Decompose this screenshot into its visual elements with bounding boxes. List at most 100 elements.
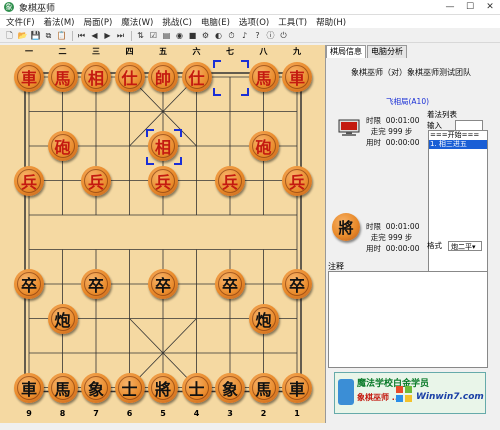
open-icon[interactable]: 📂: [17, 30, 28, 41]
red-piece[interactable]: 兵: [148, 165, 178, 196]
black-piece[interactable]: 車: [282, 372, 312, 403]
tab-game-info[interactable]: 棋局信息: [326, 45, 366, 58]
black-piece[interactable]: 卒: [148, 269, 178, 299]
menu-tools[interactable]: 工具(T): [278, 16, 307, 28]
red-piece[interactable]: 馬: [47, 62, 78, 92]
used-label: 用时: [366, 244, 381, 253]
red-piece[interactable]: 仕: [181, 62, 212, 92]
menu-options[interactable]: 选项(O): [239, 16, 269, 28]
black-piece[interactable]: 卒: [282, 269, 312, 299]
stop-icon[interactable]: ■: [187, 30, 198, 41]
next-icon[interactable]: ▶: [102, 30, 113, 41]
clock-icon[interactable]: ⏱: [226, 30, 237, 41]
about-icon[interactable]: ⓘ: [265, 30, 276, 41]
sound-icon[interactable]: ♪: [239, 30, 250, 41]
red-piece[interactable]: 相: [148, 131, 178, 161]
tab-analysis[interactable]: 电脑分析: [367, 45, 407, 58]
red-piece[interactable]: 兵: [215, 165, 245, 196]
black-piece[interactable]: 炮: [47, 303, 78, 334]
red-piece[interactable]: 砲: [47, 131, 78, 161]
red-piece[interactable]: 兵: [81, 165, 111, 196]
red-piece[interactable]: 砲: [248, 131, 279, 161]
black-piece[interactable]: 馬: [248, 372, 279, 403]
copy-icon[interactable]: ⧉: [43, 30, 54, 41]
exit-icon[interactable]: ⏻: [278, 30, 289, 41]
prev-icon[interactable]: ◀: [89, 30, 100, 41]
hint-icon[interactable]: ☑: [148, 30, 159, 41]
computer-icon: [338, 119, 360, 136]
move-list-item[interactable]: ===开始===: [429, 131, 487, 140]
format-select[interactable]: 炮二平▾: [448, 240, 482, 251]
last-icon[interactable]: ⏭: [115, 30, 126, 41]
book-icon[interactable]: ▤: [161, 30, 172, 41]
opening-name[interactable]: 飞相局(A10): [386, 96, 429, 107]
info-panel: 棋局信息 电脑分析 象棋巫师（对）象棋巫师测试团队 飞相局(A10) 时限 00…: [326, 45, 500, 430]
side-to-move-piece: 將: [332, 213, 360, 241]
chess-board[interactable]: 一二三四五六七八九987654321車馬相仕帥仕馬車砲相砲兵兵兵兵兵卒卒卒卒卒炮…: [0, 45, 326, 423]
file-label-bottom: 9: [26, 409, 32, 418]
black-piece[interactable]: 象: [81, 372, 111, 403]
limit-value: 00:01:00: [385, 116, 420, 125]
file-label-top: 三: [92, 47, 100, 56]
black-piece[interactable]: 將: [148, 372, 178, 403]
flip-icon[interactable]: ⇅: [135, 30, 146, 41]
file-label-bottom: 6: [126, 409, 133, 418]
moves-label: 走完: [370, 127, 386, 136]
moves-label: 走完: [370, 233, 386, 242]
board-grid: [24, 72, 302, 393]
paste-icon[interactable]: 📋: [56, 30, 67, 41]
black-piece[interactable]: 士: [181, 372, 212, 403]
menu-moves[interactable]: 着法(M): [44, 16, 75, 28]
first-icon[interactable]: ⏮: [76, 30, 87, 41]
save-icon[interactable]: 💾: [30, 30, 41, 41]
red-piece[interactable]: 相: [81, 62, 111, 92]
black-piece[interactable]: 炮: [248, 303, 279, 334]
black-piece[interactable]: 車: [14, 372, 44, 403]
file-label-bottom: 2: [260, 409, 267, 418]
ad-logo-icon: [338, 379, 354, 405]
close-button[interactable]: ✕: [480, 2, 500, 12]
black-piece[interactable]: 卒: [81, 269, 111, 299]
notes-area[interactable]: [328, 271, 488, 368]
red-piece[interactable]: 帥: [148, 62, 178, 92]
toolbar-separator: [72, 30, 73, 41]
menu-file[interactable]: 文件(F): [6, 16, 35, 28]
file-label-top: 九: [293, 47, 301, 56]
red-piece[interactable]: 仕: [114, 62, 145, 92]
menu-help[interactable]: 帮助(H): [316, 16, 346, 28]
red-piece[interactable]: 兵: [282, 165, 312, 196]
menu-position[interactable]: 局面(P): [84, 16, 113, 28]
players-line: 象棋巫师（对）象棋巫师测试团队: [351, 68, 471, 77]
menu-challenge[interactable]: 挑战(C): [162, 16, 192, 28]
red-piece[interactable]: 車: [282, 62, 312, 92]
new-icon[interactable]: 🗋: [4, 30, 15, 41]
file-label-bottom: 8: [59, 409, 66, 418]
file-label-top: 七: [226, 47, 234, 56]
window-controls: — ☐ ✕: [440, 2, 500, 12]
engine-icon[interactable]: ◉: [174, 30, 185, 41]
help-icon[interactable]: ?: [252, 30, 263, 41]
red-piece[interactable]: 馬: [248, 62, 279, 92]
move-list[interactable]: ===开始=== 1. 相三进五: [428, 130, 488, 292]
movelist-label: 着法列表: [427, 110, 457, 119]
black-piece[interactable]: 馬: [47, 372, 78, 403]
ad-line2: 象棋巫师 ...: [357, 393, 401, 402]
red-piece[interactable]: 車: [14, 62, 44, 92]
file-label-top: 八: [259, 47, 268, 56]
black-piece[interactable]: 卒: [215, 269, 245, 299]
panel-tabs: 棋局信息 电脑分析: [326, 45, 408, 58]
red-piece[interactable]: 兵: [14, 165, 44, 196]
black-piece[interactable]: 象: [215, 372, 245, 403]
format-label: 格式: [427, 241, 442, 250]
black-piece[interactable]: 卒: [14, 269, 44, 299]
menu-computer[interactable]: 电脑(E): [201, 16, 230, 28]
menu-magic[interactable]: 魔法(W): [121, 16, 153, 28]
minimize-button[interactable]: —: [440, 2, 460, 12]
move-list-item[interactable]: 1. 相三进五: [429, 140, 487, 149]
maximize-button[interactable]: ☐: [460, 2, 480, 12]
file-label-bottom: 1: [294, 409, 300, 418]
file-label-top: 六: [192, 47, 201, 56]
level-icon[interactable]: ◐: [213, 30, 224, 41]
rule-icon[interactable]: ⚙: [200, 30, 211, 41]
black-piece[interactable]: 士: [114, 372, 145, 403]
